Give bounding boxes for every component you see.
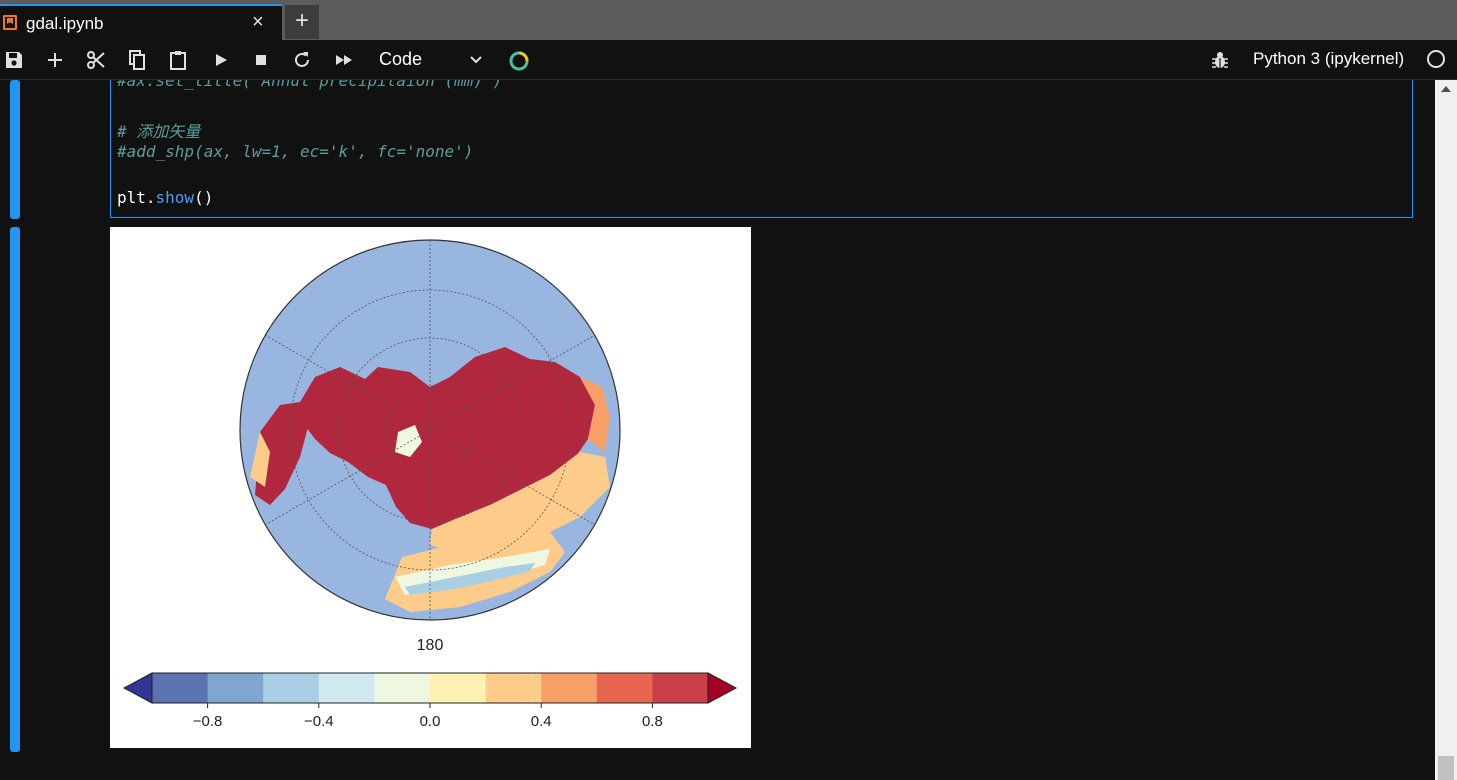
notebook-tab[interactable]: gdal.ipynb × bbox=[0, 4, 282, 40]
run-icon[interactable] bbox=[210, 49, 232, 71]
colorbar-under-extension bbox=[122, 672, 153, 704]
code-token-object: plt. bbox=[117, 188, 156, 207]
code-token-function: show bbox=[155, 188, 195, 207]
colorbar-tick-label: −0.4 bbox=[304, 713, 334, 730]
colorbar-bin bbox=[596, 673, 653, 703]
colorbar-tick-label: −0.8 bbox=[193, 713, 223, 730]
restart-icon[interactable] bbox=[291, 49, 313, 71]
cell-type-label: Code bbox=[379, 49, 423, 69]
polar-precipitation-map: 180 −0.8 −0.4 0.0 0.4 0.8 bbox=[122, 239, 738, 730]
colorbar-bin bbox=[374, 673, 431, 703]
code-cell-editor[interactable]: #ax.set_title('Annul precipitaion (mm)')… bbox=[110, 80, 1413, 218]
colorbar: −0.8 −0.4 0.0 0.4 0.8 bbox=[122, 672, 738, 730]
new-tab-button[interactable]: + bbox=[285, 5, 319, 39]
colorbar-bin bbox=[152, 673, 209, 703]
input-collapser[interactable] bbox=[10, 80, 20, 219]
notebook-icon bbox=[3, 15, 17, 30]
save-icon[interactable] bbox=[3, 49, 25, 71]
scroll-thumb[interactable] bbox=[1438, 756, 1454, 780]
scroll-up-arrow-icon[interactable] bbox=[1441, 86, 1451, 92]
code-line: #add_shp(ax, lw=1, ec='k', fc='none') bbox=[117, 142, 474, 161]
tab-bar: gdal.ipynb × + bbox=[0, 0, 1457, 40]
kernel-busy-icon bbox=[509, 51, 529, 71]
cut-icon[interactable] bbox=[85, 49, 107, 71]
close-icon[interactable]: × bbox=[252, 11, 264, 34]
colorbar-tick-label: 0.4 bbox=[531, 713, 552, 730]
chevron-down-icon bbox=[470, 56, 482, 64]
notebook-panel: #ax.set_title('Annul precipitaion (mm)')… bbox=[0, 80, 1435, 780]
colorbar-bin bbox=[318, 673, 375, 703]
meridian-label: 180 bbox=[417, 637, 444, 654]
colorbar-bin bbox=[652, 673, 709, 703]
vertical-scrollbar[interactable] bbox=[1435, 80, 1457, 780]
colorbar-bin bbox=[263, 673, 320, 703]
colorbar-tick-label: 0.8 bbox=[642, 713, 663, 730]
stop-icon[interactable] bbox=[250, 49, 272, 71]
tab-title: gdal.ipynb bbox=[26, 14, 104, 33]
run-all-icon[interactable] bbox=[333, 49, 355, 71]
output-collapser[interactable] bbox=[10, 227, 20, 752]
copy-icon[interactable] bbox=[126, 49, 148, 71]
colorbar-bin bbox=[485, 673, 542, 703]
colorbar-bin bbox=[430, 673, 487, 703]
colorbar-bin bbox=[207, 673, 264, 703]
cell-type-dropdown[interactable]: Code bbox=[372, 46, 492, 74]
kernel-name[interactable]: Python 3 (ipykernel) bbox=[1253, 49, 1404, 69]
colorbar-over-extension bbox=[707, 672, 738, 704]
colorbar-bin bbox=[541, 673, 598, 703]
colorbar-tick-label: 0.0 bbox=[420, 713, 441, 730]
code-line: plt.show() bbox=[117, 188, 213, 207]
paste-icon[interactable] bbox=[167, 49, 189, 71]
notebook-toolbar: Code Python 3 (ipykernel) bbox=[0, 40, 1457, 80]
add-cell-icon[interactable] bbox=[44, 49, 66, 71]
code-line: # 添加矢量 bbox=[117, 122, 201, 141]
code-line: #ax.set_title('Annul precipitaion (mm)') bbox=[117, 80, 503, 90]
kernel-status-icon bbox=[1427, 50, 1445, 68]
output-plot: 180 −0.8 −0.4 0.0 0.4 0.8 bbox=[110, 227, 751, 748]
debugger-icon[interactable] bbox=[1209, 50, 1231, 72]
code-token-paren: () bbox=[194, 188, 214, 207]
